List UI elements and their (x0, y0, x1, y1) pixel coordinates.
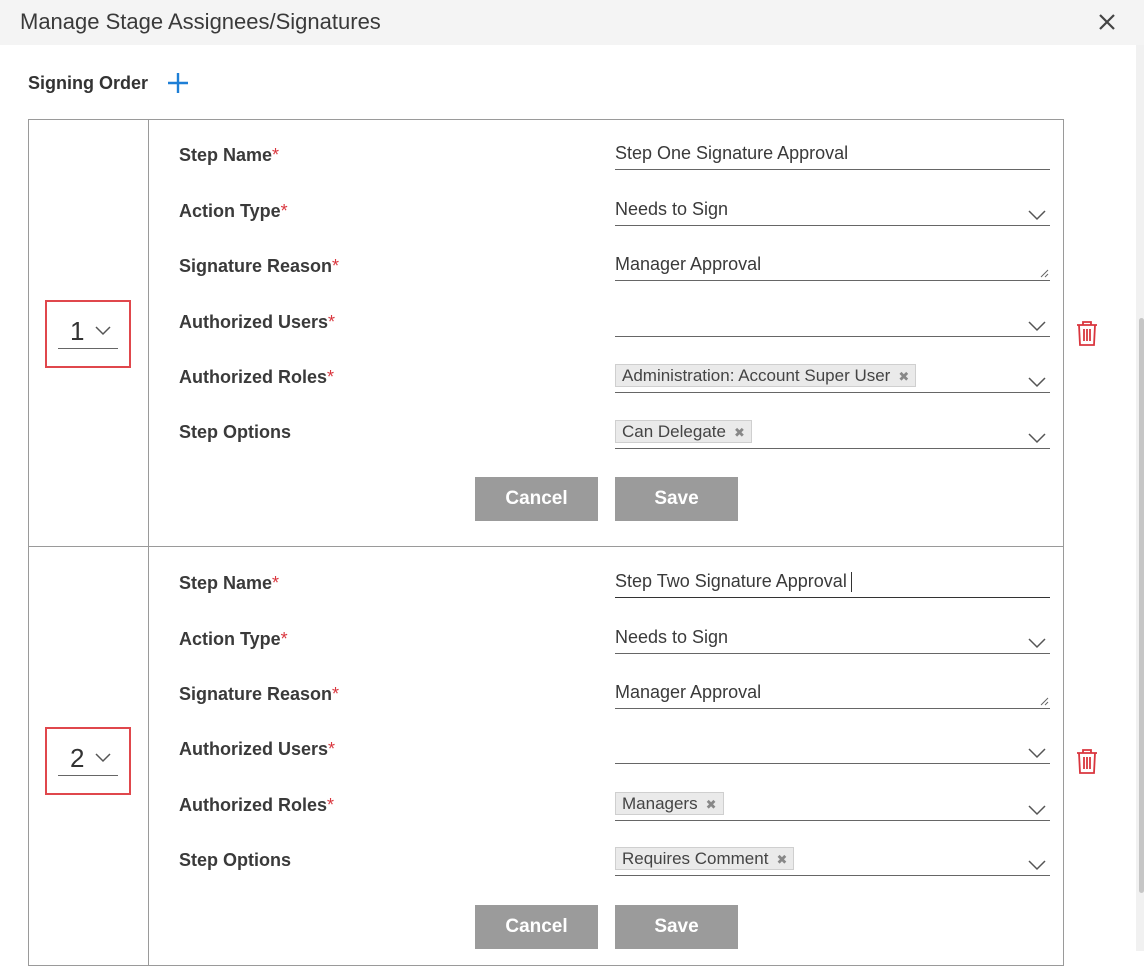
authorized-users-label: Authorized Users* (179, 312, 336, 332)
plus-icon[interactable] (166, 71, 190, 95)
cancel-button[interactable]: Cancel (475, 477, 598, 521)
chevron-down-icon (1028, 805, 1046, 816)
signature-reason-textarea[interactable]: Manager Approval (615, 680, 1050, 709)
step-options-label: Step Options (179, 422, 291, 442)
remove-tag-icon[interactable]: ✖ (734, 425, 745, 440)
signature-reason-textarea[interactable]: Manager Approval (615, 252, 1050, 281)
authorized-users-select[interactable] (615, 735, 1050, 764)
order-highlight: 1 (45, 300, 131, 368)
signature-reason-value: Manager Approval (615, 682, 762, 702)
authorized-roles-select[interactable]: Administration: Account Super User ✖ (615, 364, 1050, 393)
chevron-down-icon (1028, 377, 1046, 388)
step-name-field[interactable]: Step One Signature Approval (615, 141, 1050, 170)
step-name-value: Step One Signature Approval (615, 143, 849, 163)
action-type-value: Needs to Sign (615, 627, 729, 647)
authorized-roles-label: Authorized Roles* (179, 795, 335, 815)
order-value: 2 (70, 743, 85, 773)
resize-handle-icon[interactable] (1040, 697, 1049, 706)
option-tag: Requires Comment ✖ (615, 847, 795, 870)
order-select[interactable]: 1 (58, 316, 118, 349)
action-type-select[interactable]: Needs to Sign (615, 625, 1050, 654)
action-type-label: Action Type* (179, 201, 288, 221)
order-select[interactable]: 2 (58, 743, 118, 776)
option-tag: Can Delegate ✖ (615, 420, 752, 443)
chevron-down-icon (1028, 638, 1046, 649)
step-options-label: Step Options (179, 850, 291, 870)
action-type-label: Action Type* (179, 629, 288, 649)
chevron-down-icon (95, 753, 111, 763)
signature-reason-label: Signature Reason* (179, 256, 340, 276)
step-name-label: Step Name* (179, 145, 280, 165)
step-order-column: 2 (29, 547, 149, 965)
signature-reason-label: Signature Reason* (179, 684, 340, 704)
step-order-column: 1 (29, 120, 149, 546)
resize-handle-icon[interactable] (1040, 269, 1049, 278)
save-button[interactable]: Save (615, 905, 738, 949)
chevron-down-icon (1028, 433, 1046, 444)
remove-tag-icon[interactable]: ✖ (898, 369, 909, 384)
action-type-value: Needs to Sign (615, 199, 729, 219)
trash-icon[interactable] (1075, 319, 1099, 347)
trash-icon[interactable] (1075, 747, 1099, 775)
step-name-label: Step Name* (179, 573, 280, 593)
remove-tag-icon[interactable]: ✖ (776, 852, 787, 867)
chevron-down-icon (1028, 321, 1046, 332)
cancel-button[interactable]: Cancel (475, 905, 598, 949)
step-name-value: Step Two Signature Approval (615, 571, 852, 593)
order-highlight: 2 (45, 727, 131, 795)
role-tag: Managers ✖ (615, 792, 724, 815)
signature-reason-value: Manager Approval (615, 254, 762, 274)
step-name-field[interactable]: Step Two Signature Approval (615, 569, 1050, 598)
remove-tag-icon[interactable]: ✖ (706, 797, 717, 812)
order-value: 1 (70, 316, 85, 346)
chevron-down-icon (1028, 210, 1046, 221)
action-type-select[interactable]: Needs to Sign (615, 197, 1050, 226)
scrollbar-thumb[interactable] (1139, 318, 1144, 893)
authorized-users-label: Authorized Users* (179, 739, 336, 759)
authorized-roles-label: Authorized Roles* (179, 367, 335, 387)
dialog-title: Manage Stage Assignees/Signatures (20, 9, 381, 34)
authorized-users-select[interactable] (615, 308, 1050, 337)
step-block-2: 2 Step Name* Step Two Signature Approval… (28, 546, 1064, 966)
step-block-1: 1 Step Name* Step One Signature Approval… (28, 119, 1064, 547)
text-cursor (850, 572, 852, 593)
authorized-roles-select[interactable]: Managers ✖ (615, 792, 1050, 821)
close-icon[interactable] (1095, 10, 1119, 34)
signing-order-label: Signing Order (28, 73, 149, 93)
dialog-header: Manage Stage Assignees/Signatures (0, 0, 1144, 45)
step-options-select[interactable]: Can Delegate ✖ (615, 420, 1050, 449)
save-button[interactable]: Save (615, 477, 738, 521)
chevron-down-icon (1028, 860, 1046, 871)
chevron-down-icon (1028, 748, 1046, 759)
chevron-down-icon (95, 326, 111, 336)
role-tag: Administration: Account Super User ✖ (615, 364, 917, 387)
step-options-select[interactable]: Requires Comment ✖ (615, 847, 1050, 876)
